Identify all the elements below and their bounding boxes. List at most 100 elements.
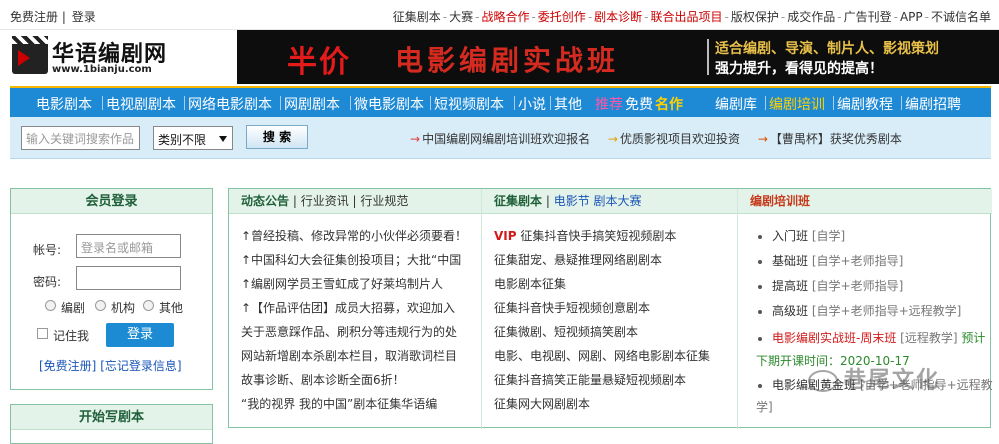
nav-famous[interactable]: 名作: [655, 94, 683, 114]
call-item[interactable]: 征集微剧、短视频搞笑剧本: [494, 323, 638, 340]
arrow-icon: →: [410, 132, 421, 146]
notice-bar: → 中国编剧网编剧培训班欢迎报名 → 优质影视项目欢迎投资 → 【曹禺杯】获奖优秀剧本: [410, 130, 916, 147]
password-label: 密码:: [33, 275, 62, 289]
call-column: 征集剧本 | 电影节 剧本大赛 VIP 征集抖音快手搞笑短视频剧本 征集甜宠、悬疑…: [482, 189, 738, 429]
tab-festival[interactable]: 电影节: [554, 194, 590, 208]
wechat-icon: [808, 370, 838, 392]
search-button[interactable]: 搜 索: [246, 125, 308, 149]
category-select[interactable]: 类别不限: [153, 126, 233, 150]
tab-industry-news[interactable]: 行业资讯: [301, 194, 349, 208]
call-item[interactable]: 征集抖音搞笑正能量悬疑短视频剧本: [494, 371, 686, 388]
nav-recommend[interactable]: 推荐: [595, 94, 623, 114]
top-link[interactable]: 广告刊登: [844, 10, 892, 24]
call-item[interactable]: VIP 征集抖音快手搞笑短视频剧本: [494, 227, 676, 244]
nav-item[interactable]: 电影剧本: [36, 94, 92, 114]
top-link[interactable]: 剧本诊断: [594, 10, 642, 24]
clapperboard-icon: [12, 36, 48, 74]
top-link[interactable]: 版权保护: [731, 10, 779, 24]
news-item[interactable]: ↑中国科幻大会征集创投项目；大批“中国: [241, 251, 461, 268]
promo-banner[interactable]: 半价 电影编剧实战班 适合编剧、导演、制片人、影视策划 强力提升，看得见的提高！: [237, 30, 999, 84]
nav-free[interactable]: 免费: [625, 94, 653, 114]
top-link[interactable]: 大赛: [449, 10, 473, 24]
vip-badge: VIP: [494, 229, 517, 243]
news-item[interactable]: ↑曾经投稿、修改异常的小伙伴必须要看！: [241, 227, 467, 244]
news-item[interactable]: 故事诊断、剧本诊断全面6折！: [241, 371, 405, 388]
call-item[interactable]: 征集抖音快手短视频创意剧本: [494, 299, 650, 316]
notice-link[interactable]: 中国编剧网编剧培训班欢迎报名: [422, 132, 590, 146]
nav-item[interactable]: 短视频剧本: [434, 94, 504, 114]
nav-item[interactable]: 网络电影剧本: [188, 94, 272, 114]
news-item[interactable]: “我的视界 我的中国”剧本征集华语编: [241, 395, 437, 412]
call-item[interactable]: 电影剧本征集: [494, 275, 566, 292]
password-input[interactable]: [76, 266, 181, 290]
tab-industry-rules[interactable]: 行业规范: [360, 194, 408, 208]
tab-contest[interactable]: 剧本大赛: [594, 194, 642, 208]
search-input[interactable]: 输入关键词搜索作品: [21, 126, 140, 150]
tab-script-call[interactable]: 征集剧本: [494, 194, 542, 208]
role-radio-other[interactable]: [143, 300, 154, 311]
category-value: 类别不限: [158, 133, 207, 147]
header: 华语编剧网 www.1bianju.com 半价 电影编剧实战班 适合编剧、导演…: [0, 30, 999, 84]
remember-checkbox[interactable]: [37, 328, 48, 339]
nav-item[interactable]: 小说: [518, 94, 546, 114]
notice-link[interactable]: 【曹禺杯】获奖优秀剧本: [770, 132, 902, 146]
forgot-link[interactable]: [忘记登录信息]: [100, 359, 181, 373]
list-item[interactable]: 入门班 [自学]: [758, 227, 845, 244]
site-logo[interactable]: 华语编剧网 www.1bianju.com: [10, 34, 230, 80]
nav-item[interactable]: 电视剧剧本: [106, 94, 176, 114]
nav-item[interactable]: 网剧剧本: [284, 94, 340, 114]
account-links: 免费注册 | 登录: [10, 10, 96, 24]
list-item[interactable]: 提高班 [自学+老师指导]: [758, 277, 903, 294]
list-item[interactable]: 基础班 [自学+老师指导]: [758, 252, 903, 269]
training-name: 电影编剧实战班-周末班: [772, 331, 897, 345]
nav-tutorial[interactable]: 编剧教程: [837, 94, 893, 114]
list-item[interactable]: 高级班 [自学+老师指导+远程教学]: [758, 302, 961, 319]
top-link[interactable]: 联合出品项目: [651, 10, 723, 24]
bullet-icon: [758, 309, 762, 314]
tab-announcements[interactable]: 动态公告: [241, 194, 289, 208]
role-radio-writer[interactable]: [45, 300, 56, 311]
banner-headline: 电影编剧实战班: [395, 44, 620, 77]
role-label: 机构: [111, 301, 136, 315]
tab-training[interactable]: 编剧培训班: [750, 194, 810, 208]
list-item-wrap: 学]: [756, 400, 773, 414]
top-link[interactable]: 不诚信名单: [931, 10, 991, 24]
watermark: 巷尾文化: [808, 362, 998, 402]
nav-training[interactable]: 编剧培训: [769, 94, 825, 114]
register-link[interactable]: 免费注册: [10, 10, 58, 24]
training-tabs: 编剧培训班: [738, 189, 992, 214]
news-item[interactable]: ↑【作品评估团】成员大招募，欢迎加入: [241, 299, 455, 316]
news-item[interactable]: 关于恶意踩作品、刷积分等违规行为的处: [241, 323, 457, 340]
news-item[interactable]: 网站新增剧本杀剧本栏目，取消歌词栏目: [241, 347, 457, 364]
remember-label: 记住我: [53, 329, 90, 343]
top-link[interactable]: 成交作品: [787, 10, 835, 24]
news-tabs: 动态公告 | 行业资讯 | 行业规范: [229, 189, 481, 214]
bullet-icon: [758, 336, 762, 341]
write-title[interactable]: 开始写剧本: [11, 405, 212, 430]
nav-recruit[interactable]: 编剧招聘: [905, 94, 961, 114]
role-radio-org[interactable]: [95, 300, 106, 311]
training-tail: 预计: [961, 331, 986, 345]
call-item[interactable]: 征集网大网剧剧本: [494, 395, 590, 412]
login-link[interactable]: 登录: [72, 10, 96, 24]
notice-link[interactable]: 优质影视项目欢迎投资: [620, 132, 740, 146]
training-note: [远程教学]: [900, 331, 958, 345]
register-link[interactable]: [免费注册]: [39, 359, 96, 373]
banner-highlight: 半价: [287, 45, 351, 80]
account-input[interactable]: 登录名或邮箱: [76, 234, 181, 258]
news-column: 动态公告 | 行业资讯 | 行业规范 ↑曾经投稿、修改异常的小伙伴必须要看！ ↑中…: [229, 189, 482, 429]
top-link[interactable]: APP: [900, 10, 923, 24]
nav-library[interactable]: 编剧库: [715, 94, 757, 114]
top-link[interactable]: 征集剧本: [393, 10, 441, 24]
call-item[interactable]: 电影、电视剧、网剧、网络电影剧本征集: [494, 347, 710, 364]
list-item[interactable]: 电影编剧实战班-周末班 [远程教学] 预计: [758, 329, 985, 346]
news-item[interactable]: ↑编剧网学员王雪虹成了好莱坞制片人: [241, 275, 443, 292]
nav-item[interactable]: 其他: [554, 94, 582, 114]
nav-item[interactable]: 微电影剧本: [354, 94, 424, 114]
banner-divider: [707, 39, 709, 75]
search-bar: 输入关键词搜索作品 类别不限 搜 索 → 中国编剧网编剧培训班欢迎报名 → 优质影视…: [10, 117, 991, 159]
top-link[interactable]: 委托创作: [538, 10, 586, 24]
top-link[interactable]: 战略合作: [481, 10, 529, 24]
call-item[interactable]: 征集甜宠、悬疑推理网络剧剧本: [494, 251, 662, 268]
login-button[interactable]: 登录: [106, 323, 174, 347]
